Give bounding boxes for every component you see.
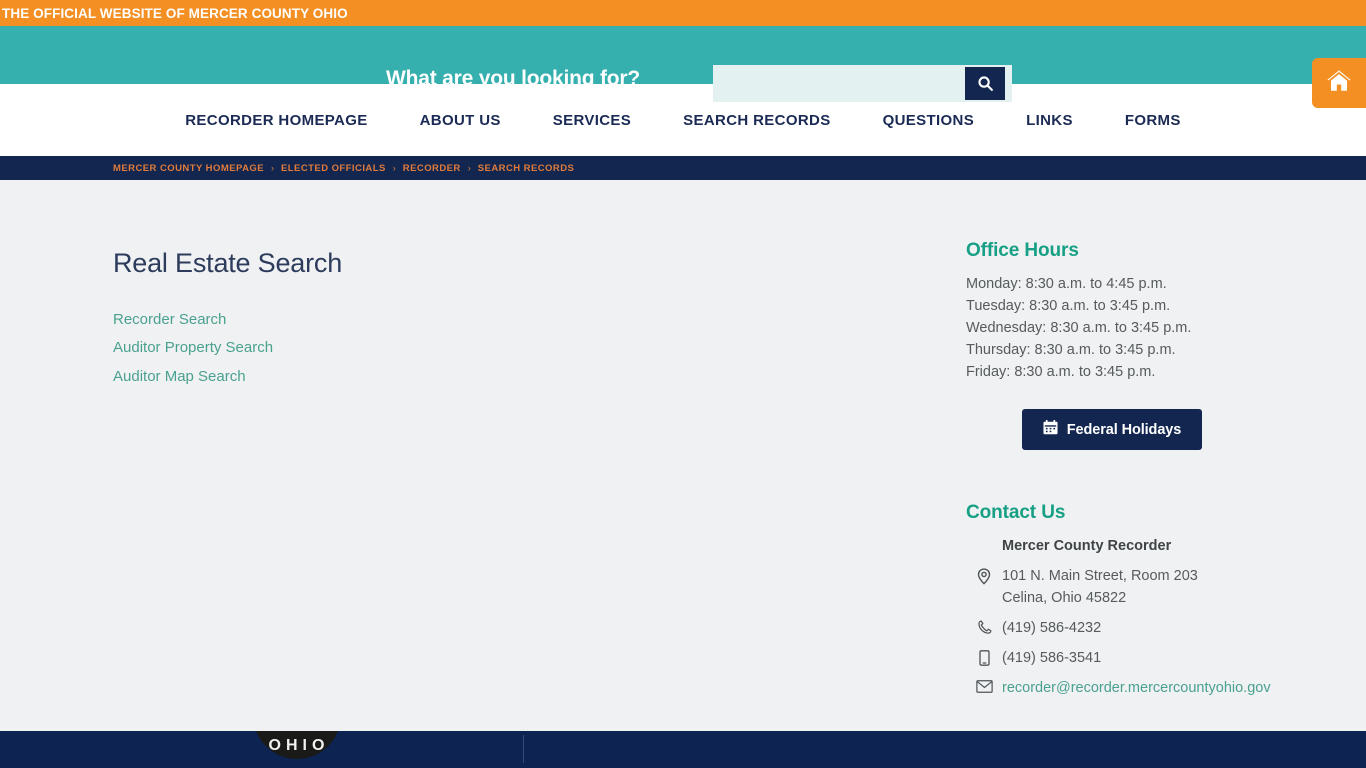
office-hours-row-monday: Monday: 8:30 a.m. to 4:45 p.m. xyxy=(966,276,1167,292)
breadcrumb-item-search-records[interactable]: SEARCH RECORDS xyxy=(478,163,575,174)
search-input[interactable] xyxy=(713,65,965,102)
nav-item-search-records[interactable]: SEARCH RECORDS xyxy=(683,112,830,129)
office-hours-row-tuesday: Tuesday: 8:30 a.m. to 3:45 p.m. xyxy=(966,298,1171,314)
contact-us-section: Contact Us Mercer County Recorder 101 N.… xyxy=(966,502,1296,699)
office-hours-list: Monday: 8:30 a.m. to 4:45 p.m. Tuesday: … xyxy=(966,273,1296,383)
page-content: Real Estate Search Recorder Search Audit… xyxy=(0,180,1366,731)
contact-address-line2: Celina, Ohio 45822 xyxy=(1002,590,1127,606)
search-prompt-label: What are you looking for? xyxy=(386,67,641,90)
primary-navigation: RECORDER HOMEPAGE ABOUT US SERVICES SEAR… xyxy=(0,84,1366,156)
breadcrumb-item-recorder[interactable]: RECORDER xyxy=(403,163,461,174)
nav-item-questions[interactable]: QUESTIONS xyxy=(883,112,975,129)
search-icon xyxy=(977,75,994,92)
chevron-right-icon: › xyxy=(271,162,275,173)
contact-organization-name: Mercer County Recorder xyxy=(1002,538,1172,554)
link-auditor-property-search[interactable]: Auditor Property Search xyxy=(113,337,273,359)
federal-holidays-button-wrap: Federal Holidays xyxy=(966,409,1296,450)
home-button[interactable] xyxy=(1312,58,1366,108)
nav-item-services[interactable]: SERVICES xyxy=(553,112,631,129)
nav-item-about-us[interactable]: ABOUT US xyxy=(420,112,501,129)
nav-item-recorder-homepage[interactable]: RECORDER HOMEPAGE xyxy=(185,112,367,129)
breadcrumb: MERCER COUNTY HOMEPAGE › ELECTED OFFICIA… xyxy=(113,163,574,174)
real-estate-search-links: Recorder Search Auditor Property Search … xyxy=(113,309,713,388)
breadcrumb-item-elected-officials[interactable]: ELECTED OFFICIALS xyxy=(281,163,386,174)
main-content-column: Real Estate Search Recorder Search Audit… xyxy=(113,248,713,388)
calendar-icon xyxy=(1043,420,1058,439)
office-hours-row-wednesday: Wednesday: 8:30 a.m. to 3:45 p.m. xyxy=(966,320,1192,336)
office-hours-row-thursday: Thursday: 8:30 a.m. to 3:45 p.m. xyxy=(966,342,1176,358)
site-footer: OHIO xyxy=(0,731,1366,768)
link-recorder-search[interactable]: Recorder Search xyxy=(113,309,226,331)
sidebar: Office Hours Monday: 8:30 a.m. to 4:45 p… xyxy=(966,240,1296,699)
home-icon xyxy=(1326,69,1352,98)
contact-address-row: 101 N. Main Street, Room 203 Celina, Ohio… xyxy=(966,565,1296,609)
chevron-right-icon: › xyxy=(467,162,471,173)
contact-phone: (419) 586-4232 xyxy=(1002,620,1102,636)
nav-item-forms[interactable]: FORMS xyxy=(1125,112,1181,129)
breadcrumb-bar: MERCER COUNTY HOMEPAGE › ELECTED OFFICIA… xyxy=(0,156,1366,180)
contact-us-heading: Contact Us xyxy=(966,502,1066,523)
official-site-banner-text: THE OFFICIAL WEBSITE OF MERCER COUNTY OH… xyxy=(2,5,348,21)
ohio-seal-text: OHIO xyxy=(268,737,330,754)
contact-email-link[interactable]: recorder@recorder.mercercountyohio.gov xyxy=(1002,680,1271,696)
site-search-header: What are you looking for? xyxy=(0,26,1366,108)
federal-holidays-button-label: Federal Holidays xyxy=(1066,421,1182,438)
official-site-banner: THE OFFICIAL WEBSITE OF MERCER COUNTY OH… xyxy=(0,0,1366,26)
office-hours-heading: Office Hours xyxy=(966,240,1079,261)
footer-divider xyxy=(523,735,524,763)
federal-holidays-button[interactable]: Federal Holidays xyxy=(1021,409,1203,450)
envelope-icon xyxy=(966,677,1002,693)
site-search-box xyxy=(713,65,1012,102)
map-pin-icon xyxy=(966,565,1002,585)
link-auditor-map-search[interactable]: Auditor Map Search xyxy=(113,366,246,388)
contact-email: recorder@recorder.mercercountyohio.gov xyxy=(1002,677,1271,699)
chevron-right-icon: › xyxy=(392,162,396,173)
nav-item-links[interactable]: LINKS xyxy=(1026,112,1073,129)
mobile-icon xyxy=(966,647,1002,666)
contact-phone-row: (419) 586-4232 xyxy=(966,617,1296,639)
contact-mobile: (419) 586-3541 xyxy=(1002,650,1102,666)
phone-icon xyxy=(966,617,1002,635)
contact-address-line1: 101 N. Main Street, Room 203 xyxy=(1002,568,1198,584)
contact-mobile-row: (419) 586-3541 xyxy=(966,647,1296,669)
page-title: Real Estate Search xyxy=(113,248,343,278)
breadcrumb-item-mercer-county-homepage[interactable]: MERCER COUNTY HOMEPAGE xyxy=(113,163,264,174)
office-hours-row-friday: Friday: 8:30 a.m. to 3:45 p.m. xyxy=(966,364,1156,380)
contact-email-row: recorder@recorder.mercercountyohio.gov xyxy=(966,677,1296,699)
ohio-seal-logo: OHIO xyxy=(253,731,341,759)
contact-address: 101 N. Main Street, Room 203 Celina, Ohio… xyxy=(1002,565,1198,609)
search-submit-button[interactable] xyxy=(965,67,1005,100)
